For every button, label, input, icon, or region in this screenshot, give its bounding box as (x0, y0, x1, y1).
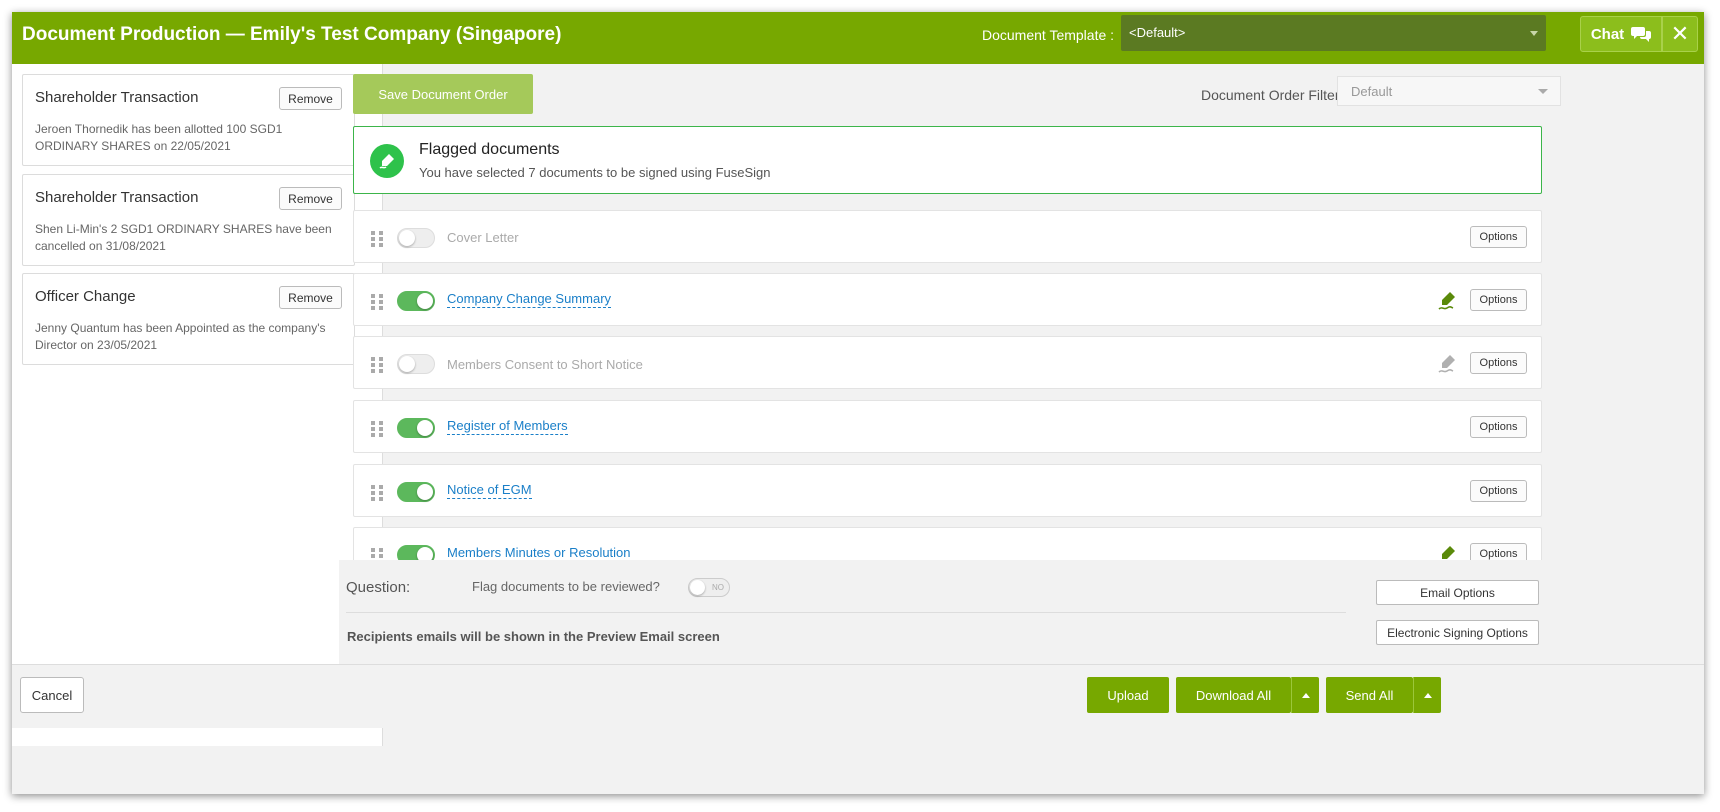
document-row: Cover Letter Options (353, 210, 1542, 263)
document-toggle[interactable] (397, 545, 435, 560)
transaction-card: Shareholder Transaction Remove Shen Li-M… (22, 174, 355, 266)
signature-pen-icon (370, 144, 404, 178)
document-row: Company Change Summary Options (353, 273, 1542, 326)
document-row: Members Consent to Short Notice Options (353, 336, 1542, 389)
esign-pen-icon[interactable] (1437, 543, 1459, 560)
page-title: Document Production — Emily's Test Compa… (22, 24, 562, 45)
document-name: Members Consent to Short Notice (447, 357, 643, 372)
transactions-panel: Shareholder Transaction Remove Jeroen Th… (12, 64, 383, 746)
send-all-menu-button[interactable] (1413, 677, 1441, 713)
document-link[interactable]: Register of Members (447, 418, 568, 435)
caret-down-icon (1530, 31, 1538, 36)
close-icon: ✕ (1670, 21, 1690, 46)
flagged-documents-title: Flagged documents (419, 141, 560, 158)
document-options-button[interactable]: Options (1470, 289, 1527, 311)
document-options-button[interactable]: Options (1470, 543, 1527, 560)
header-bar: Document Production — Emily's Test Compa… (12, 12, 1704, 64)
question-text: Flag documents to be reviewed? (472, 579, 660, 594)
document-toggle[interactable] (397, 482, 435, 502)
esign-pen-icon[interactable] (1437, 352, 1459, 374)
document-options-button[interactable]: Options (1470, 416, 1527, 438)
transaction-card: Shareholder Transaction Remove Jeroen Th… (22, 74, 355, 166)
recipients-note: Recipients emails will be shown in the P… (347, 629, 720, 644)
caret-up-icon (1301, 692, 1310, 698)
cancel-button[interactable]: Cancel (20, 677, 84, 713)
send-all-button[interactable]: Send All (1326, 677, 1413, 713)
esign-pen-icon[interactable] (1437, 289, 1459, 311)
footer-bar: Cancel Upload Download All Send All (12, 664, 1704, 728)
document-name: Cover Letter (447, 230, 519, 245)
flagged-documents-banner: Flagged documents You have selected 7 do… (353, 126, 1542, 194)
remove-transaction-button[interactable]: Remove (279, 286, 342, 309)
transaction-title: Officer Change (35, 288, 136, 305)
document-link[interactable]: Notice of EGM (447, 482, 532, 499)
document-link[interactable]: Members Minutes or Resolution (447, 545, 631, 560)
close-button[interactable]: ✕ (1662, 16, 1698, 52)
drag-handle-icon[interactable] (371, 231, 383, 247)
electronic-signing-options-button[interactable]: Electronic Signing Options (1376, 620, 1539, 645)
document-order-filter-select[interactable]: Default (1337, 76, 1561, 106)
document-row: Notice of EGM Options (353, 464, 1542, 517)
document-row: Members Minutes or Resolution Options (353, 527, 1542, 560)
document-options-button[interactable]: Options (1470, 480, 1527, 502)
drag-handle-icon[interactable] (371, 421, 383, 437)
transaction-title: Shareholder Transaction (35, 189, 199, 206)
document-toggle[interactable] (397, 354, 435, 374)
document-production-dialog: Document Production — Emily's Test Compa… (12, 12, 1704, 794)
document-order-filter-value: Default (1351, 84, 1393, 99)
question-label: Question: (346, 579, 411, 596)
document-toggle[interactable] (397, 228, 435, 248)
document-row: Register of Members Options (353, 400, 1542, 453)
document-template-label: Document Template : (982, 27, 1115, 43)
chat-bubbles-icon (1631, 27, 1652, 42)
email-options-button[interactable]: Email Options (1376, 580, 1539, 605)
document-order-filter-label: Document Order Filter (1201, 87, 1340, 103)
question-section: Question: Flag documents to be reviewed?… (339, 560, 1549, 664)
download-all-button[interactable]: Download All (1176, 677, 1291, 713)
document-toggle[interactable] (397, 291, 435, 311)
drag-handle-icon[interactable] (371, 548, 383, 560)
remove-transaction-button[interactable]: Remove (279, 87, 342, 110)
transaction-description: Shen Li-Min's 2 SGD1 ORDINARY SHARES hav… (35, 222, 332, 253)
document-template-value: <Default> (1129, 25, 1186, 40)
divider (346, 612, 1346, 613)
document-list: Cover Letter Options Company Change Summ… (353, 210, 1542, 560)
transaction-description: Jeroen Thornedik has been allotted 100 S… (35, 122, 283, 153)
flagged-documents-subtitle: You have selected 7 documents to be sign… (419, 165, 771, 180)
chat-button[interactable]: Chat (1580, 16, 1662, 52)
document-options-button[interactable]: Options (1470, 352, 1527, 374)
transaction-title: Shareholder Transaction (35, 89, 199, 106)
toggle-state-label: NO (712, 583, 724, 592)
document-template-select[interactable]: <Default> (1121, 15, 1546, 51)
document-options-button[interactable]: Options (1470, 226, 1527, 248)
document-link[interactable]: Company Change Summary (447, 291, 612, 308)
caret-up-icon (1423, 692, 1432, 698)
transaction-description: Jenny Quantum has been Appointed as the … (35, 321, 326, 352)
drag-handle-icon[interactable] (371, 294, 383, 310)
download-all-menu-button[interactable] (1291, 677, 1319, 713)
save-document-order-button[interactable]: Save Document Order (353, 74, 533, 114)
chat-button-label: Chat (1590, 25, 1625, 43)
caret-down-icon (1538, 89, 1548, 94)
drag-handle-icon[interactable] (371, 485, 383, 501)
drag-handle-icon[interactable] (371, 357, 383, 373)
remove-transaction-button[interactable]: Remove (279, 187, 342, 210)
document-toggle[interactable] (397, 418, 435, 438)
flag-review-toggle[interactable]: NO (688, 578, 730, 597)
upload-button[interactable]: Upload (1087, 677, 1169, 713)
transaction-card: Officer Change Remove Jenny Quantum has … (22, 273, 355, 365)
